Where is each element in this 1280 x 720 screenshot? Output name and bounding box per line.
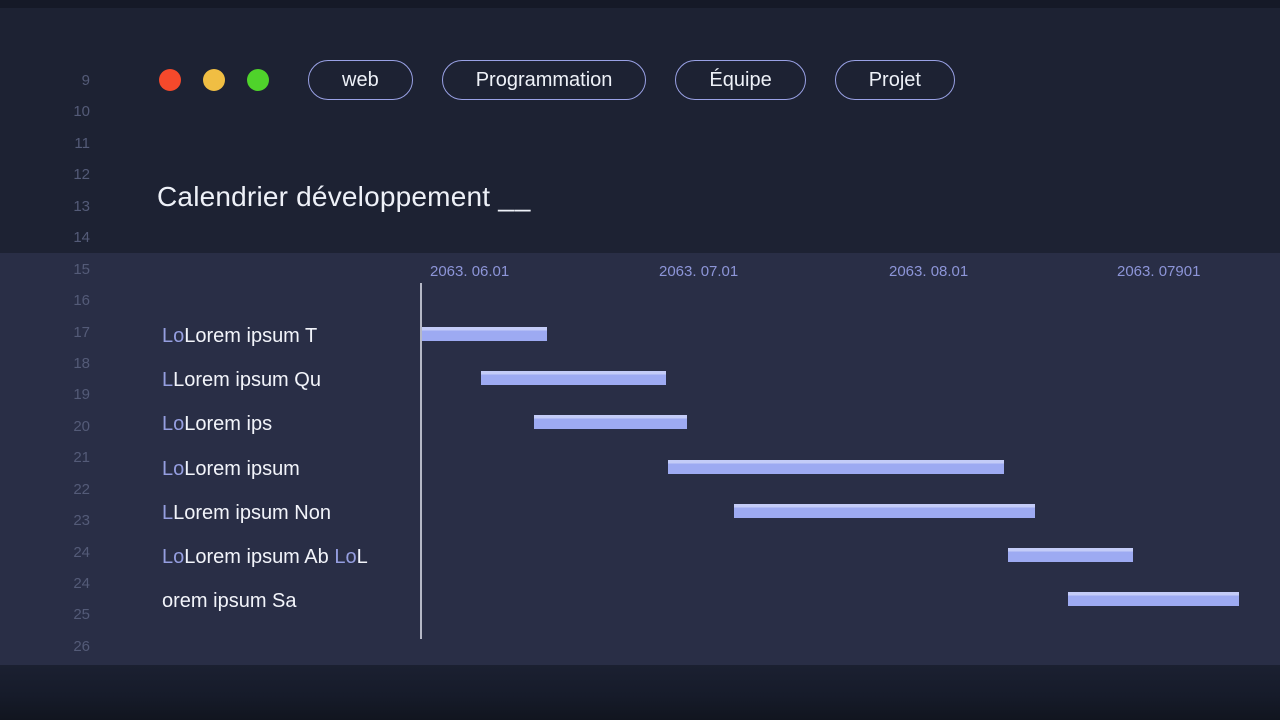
tag-pill-programmation[interactable]: Programmation	[442, 60, 647, 100]
task-label: LoLorem ipsum	[162, 454, 300, 484]
task-label: LLorem ipsum Non	[162, 498, 331, 528]
tag-pill-equipe[interactable]: Équipe	[675, 60, 805, 100]
task-label-segment: Lorem ips	[184, 413, 272, 435]
line-number: 18	[58, 354, 90, 374]
task-label-segment: Lo	[162, 458, 184, 480]
task-label: LoLorem ipsum Ab LoL	[162, 542, 368, 572]
axis-date-label: 2063. 07901	[1117, 263, 1200, 280]
bottom-edge-strip	[0, 665, 1280, 720]
task-label-segment: L	[162, 502, 173, 524]
red-traffic-light-icon[interactable]	[159, 69, 181, 91]
task-label-segment: L	[357, 546, 368, 568]
gantt-bar	[534, 415, 687, 429]
slide-title-row: Calendrier développement __	[157, 181, 531, 213]
task-label-segment: Lorem ipsum Non	[173, 502, 331, 524]
task-label-segment: Lo	[334, 546, 356, 568]
title-cursor: __	[498, 181, 531, 213]
line-number-gutter: 9 10 11 12 13 14 15 16 17 18 19 20 21 22 23 24 24 25 26	[0, 0, 100, 720]
task-label-segment: L	[162, 369, 173, 391]
line-number: 22	[58, 480, 90, 500]
line-number: 13	[58, 197, 90, 217]
axis-date-label: 2063. 07.01	[659, 263, 738, 280]
gantt-bar	[481, 371, 666, 385]
page-title: Calendrier développement	[157, 181, 490, 213]
tag-pill-web[interactable]: web	[308, 60, 413, 100]
slide-canvas: 9 10 11 12 13 14 15 16 17 18 19 20 21 22 23 24 24 25 26 we…	[0, 0, 1280, 720]
line-number: 14	[58, 228, 90, 248]
top-edge-strip	[0, 0, 1280, 8]
green-traffic-light-icon[interactable]	[247, 69, 269, 91]
task-label-segment: Lorem ipsum Ab	[184, 546, 334, 568]
axis-date-label: 2063. 08.01	[889, 263, 968, 280]
task-label-segment: Lo	[162, 413, 184, 435]
line-number: 12	[58, 165, 90, 185]
task-label-segment: Lo	[162, 325, 184, 347]
line-number: 25	[58, 605, 90, 625]
task-label: LLorem ipsum Qu	[162, 365, 321, 395]
task-label: orem ipsum Sa	[162, 586, 297, 616]
line-number: 24	[58, 574, 90, 594]
line-number: 16	[58, 291, 90, 311]
window-traffic-lights	[159, 69, 269, 91]
line-number: 20	[58, 417, 90, 437]
task-label: LoLorem ipsum T	[162, 321, 317, 351]
task-label-segment: Lo	[162, 546, 184, 568]
gantt-bar	[1008, 548, 1133, 562]
task-label: LoLorem ips	[162, 409, 272, 439]
tag-pill-projet[interactable]: Projet	[835, 60, 955, 100]
tag-pill-row: web Programmation Équipe Projet	[308, 60, 955, 100]
gantt-bar	[422, 327, 547, 341]
line-number: 11	[58, 134, 90, 154]
line-number: 24	[58, 543, 90, 563]
line-number: 21	[58, 448, 90, 468]
gantt-bar	[668, 460, 1004, 474]
line-number: 15	[58, 260, 90, 280]
gantt-bar	[734, 504, 1035, 518]
task-label-segment: Lorem ipsum Qu	[173, 369, 321, 391]
task-label-segment: Lorem ipsum T	[184, 325, 317, 347]
line-number: 19	[58, 385, 90, 405]
line-number: 17	[58, 323, 90, 343]
line-number: 9	[58, 71, 90, 91]
gantt-bar	[1068, 592, 1239, 606]
line-number: 26	[58, 637, 90, 657]
line-number: 10	[58, 102, 90, 122]
task-label-segment: Lorem ipsum	[184, 458, 300, 480]
axis-date-label: 2063. 06.01	[430, 263, 509, 280]
yellow-traffic-light-icon[interactable]	[203, 69, 225, 91]
line-number: 23	[58, 511, 90, 531]
task-label-segment: orem ipsum Sa	[162, 590, 297, 612]
